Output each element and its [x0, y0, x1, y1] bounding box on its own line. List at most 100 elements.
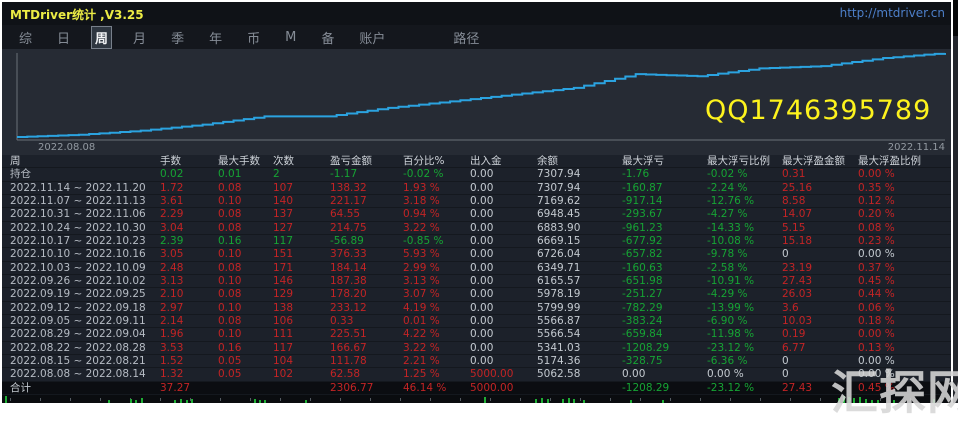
table-cell: 1.32	[160, 368, 218, 381]
table-cell: 5000.00	[470, 368, 537, 381]
strip-activity-bar	[135, 400, 137, 403]
table-row-week[interactable]: 2022.10.31 ~ 2022.11.062.290.0813764.550…	[2, 208, 951, 221]
row-label: 2022.08.29 ~ 2022.09.04	[10, 328, 160, 341]
menu-item-账户[interactable]: 账户	[356, 27, 388, 48]
table-cell: 3.53	[160, 342, 218, 355]
table-cell: 4.19 %	[403, 302, 470, 315]
table-cell: 0.08	[218, 315, 273, 328]
table-cell: 0.19	[782, 328, 858, 341]
row-label: 2022.11.14 ~ 2022.11.20	[10, 182, 160, 195]
row-label: 合计	[10, 382, 160, 395]
table-row-week[interactable]: 2022.10.10 ~ 2022.10.163.050.10151376.33…	[2, 248, 951, 261]
menu-item-M[interactable]: M	[282, 29, 299, 46]
table-cell: 0.00	[470, 248, 537, 261]
table-cell: 5.15	[782, 222, 858, 235]
table-row-week[interactable]: 2022.10.03 ~ 2022.10.092.480.08171184.14…	[2, 262, 951, 275]
table-row-week[interactable]: 2022.09.26 ~ 2022.10.023.130.10146187.38…	[2, 275, 951, 288]
menu-item-备[interactable]: 备	[318, 27, 337, 48]
table-cell: -0.02 %	[403, 168, 470, 181]
table-row-week[interactable]: 2022.09.19 ~ 2022.09.252.100.08129178.20…	[2, 288, 951, 301]
table-row-week[interactable]: 2022.08.08 ~ 2022.08.141.320.0510262.581…	[2, 368, 951, 381]
app-url-link[interactable]: http://mtdriver.cn	[840, 6, 945, 20]
table-row-week[interactable]: 2022.11.14 ~ 2022.11.201.720.08107138.32…	[2, 182, 951, 195]
table-cell: 5000.00	[470, 382, 537, 395]
table-cell: -659.84	[622, 328, 707, 341]
strip-tick	[250, 398, 251, 401]
strip-activity-bar	[130, 399, 132, 403]
table-cell: 3.05	[160, 248, 218, 261]
table-cell: 0.13 %	[858, 342, 951, 355]
table-cell: -13.99 %	[707, 302, 782, 315]
table-cell: 0.06 %	[858, 302, 951, 315]
row-label: 2022.09.19 ~ 2022.09.25	[10, 288, 160, 301]
table-row-week[interactable]: 2022.08.22 ~ 2022.08.283.530.16117166.67…	[2, 342, 951, 355]
strip-activity-bar	[186, 400, 188, 403]
menu-item-年[interactable]: 年	[206, 27, 225, 48]
row-label: 2022.09.26 ~ 2022.10.02	[10, 275, 160, 288]
table-row-open-position[interactable]: 持仓0.020.012-1.17-0.02 %0.007307.94-1.76-…	[2, 168, 951, 181]
strip-tick	[40, 398, 41, 401]
table-cell: 6883.90	[537, 222, 622, 235]
table-row-week[interactable]: 2022.10.17 ~ 2022.10.232.390.16117-56.89…	[2, 235, 951, 248]
strip-activity-bar	[108, 400, 110, 403]
table-cell: 0.00	[470, 342, 537, 355]
table-row-week[interactable]: 2022.08.15 ~ 2022.08.211.520.05104111.78…	[2, 355, 951, 368]
table-cell: 6.77	[782, 342, 858, 355]
strip-activity-bar	[259, 400, 261, 403]
table-cell: 5799.99	[537, 302, 622, 315]
table-cell: 0.08	[218, 222, 273, 235]
table-cell: 6669.15	[537, 235, 622, 248]
strip-tick	[160, 398, 161, 401]
table-cell: 3.22 %	[403, 222, 470, 235]
table-cell: 62.58	[330, 368, 403, 381]
table-row-totals[interactable]: 合计37.272306.7746.14 %5000.00-1208.29-23.…	[2, 382, 951, 395]
menu-item-季[interactable]: 季	[168, 27, 187, 48]
table-cell: 127	[273, 222, 330, 235]
table-cell: 184.14	[330, 262, 403, 275]
table-cell: 5566.54	[537, 328, 622, 341]
header-cell: 最大浮盈比例	[858, 155, 951, 168]
site-watermark: 汇探网	[831, 354, 958, 423]
row-label: 2022.11.07 ~ 2022.11.13	[10, 195, 160, 208]
table-cell: -6.90 %	[707, 315, 782, 328]
table-cell: 111	[273, 328, 330, 341]
table-row-week[interactable]: 2022.08.29 ~ 2022.09.041.960.10111225.51…	[2, 328, 951, 341]
table-cell: 7307.94	[537, 168, 622, 181]
menu-item-综[interactable]: 综	[16, 27, 35, 48]
table-cell: 3.6	[782, 302, 858, 315]
menu-bar-items: 综日周月季年币 M 备账户	[16, 27, 407, 48]
strip-tick	[790, 398, 791, 401]
strip-activity-bar	[630, 400, 632, 403]
table-cell: 140	[273, 195, 330, 208]
table-cell: 3.04	[160, 222, 218, 235]
table-cell: 4.22 %	[403, 328, 470, 341]
table-cell: 14.07	[782, 208, 858, 221]
table-cell: -0.02 %	[707, 168, 782, 181]
table-row-week[interactable]: 2022.10.24 ~ 2022.10.303.040.08127214.75…	[2, 222, 951, 235]
header-cell: 最大浮盈金额	[782, 155, 858, 168]
table-cell: 25.16	[782, 182, 858, 195]
table-cell: 0.33	[330, 315, 403, 328]
table-cell: 0.00	[470, 208, 537, 221]
menu-item-币[interactable]: 币	[244, 27, 263, 48]
table-cell: 0.44 %	[858, 288, 951, 301]
table-cell: 2306.77	[330, 382, 403, 395]
table-cell: 1.52	[160, 355, 218, 368]
menu-item-周[interactable]: 周	[92, 27, 111, 48]
table-cell: 0.00	[470, 222, 537, 235]
table-row-week[interactable]: 2022.09.05 ~ 2022.09.112.140.081060.330.…	[2, 315, 951, 328]
table-cell: 3.07 %	[403, 288, 470, 301]
table-cell: 171	[273, 262, 330, 275]
menu-item-path[interactable]: 路径	[453, 28, 479, 47]
table-cell: 187.38	[330, 275, 403, 288]
menu-item-日[interactable]: 日	[54, 27, 73, 48]
table-row-week[interactable]: 2022.11.07 ~ 2022.11.133.610.10140221.17…	[2, 195, 951, 208]
table-cell: -160.63	[622, 262, 707, 275]
table-cell: 2	[273, 168, 330, 181]
table-cell: 0.35 %	[858, 182, 951, 195]
table-cell: 0.00 %	[707, 368, 782, 381]
table-row-week[interactable]: 2022.09.12 ~ 2022.09.182.970.10138233.12…	[2, 302, 951, 315]
menu-item-月[interactable]: 月	[130, 27, 149, 48]
table-cell: -657.82	[622, 248, 707, 261]
table-cell: 225.51	[330, 328, 403, 341]
